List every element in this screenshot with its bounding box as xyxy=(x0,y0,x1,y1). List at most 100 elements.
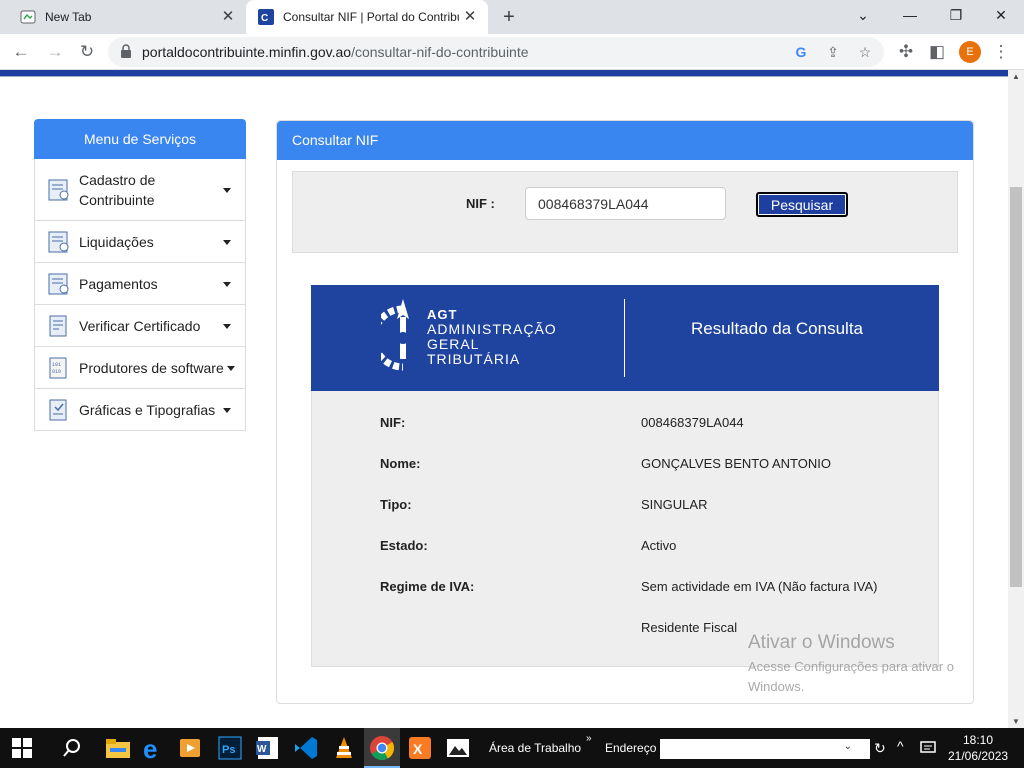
field-label-nome: Nome: xyxy=(380,456,421,471)
share-icon[interactable]: ⇪ xyxy=(824,43,842,61)
caret-down-icon xyxy=(223,239,231,245)
agt-abbr: AGT xyxy=(427,307,458,322)
tab-consultar-nif[interactable]: C Consultar NIF | Portal do Contribuinte… xyxy=(246,0,488,34)
address-bar[interactable]: portaldocontribuinte.minfin.gov.ao/consu… xyxy=(108,37,884,67)
sidebar-item-label: Liquidações xyxy=(79,233,154,250)
new-tab-button[interactable]: + xyxy=(498,6,520,28)
caret-down-icon xyxy=(227,365,235,371)
nif-search-form: NIF : Pesquisar xyxy=(292,171,958,253)
browser-toolbar: ← → ↻ portaldocontribuinte.minfin.gov.ao… xyxy=(0,34,1024,70)
scroll-up-icon[interactable]: ▲ xyxy=(1012,72,1020,81)
clock-time: 18:10 xyxy=(962,733,994,747)
field-value-nif: 008468379LA044 xyxy=(641,415,744,430)
sidebar-item-cadastro[interactable]: Cadastro de Contribuinte xyxy=(34,159,246,221)
result-details: NIF: 008468379LA044 Nome: GONÇALVES BENT… xyxy=(311,391,939,667)
go-refresh-icon[interactable]: ↻ xyxy=(874,740,886,757)
print-shop-icon xyxy=(49,399,67,420)
field-label-tipo: Tipo: xyxy=(380,497,412,512)
close-tab-icon[interactable]: ✕ xyxy=(462,9,478,25)
url-text: portaldocontribuinte.minfin.gov.ao/consu… xyxy=(142,44,529,60)
forward-arrow-icon[interactable]: → xyxy=(44,41,66,63)
sidebar-item-produtores-software[interactable]: 101 010 Produtores de software xyxy=(34,347,246,389)
windows-activation-watermark: Ativar o Windows Acesse Configurações pa… xyxy=(748,632,954,697)
minimize-icon[interactable]: — xyxy=(895,4,925,28)
close-window-icon[interactable]: ✕ xyxy=(986,4,1016,28)
extensions-puzzle-icon[interactable]: ✣ xyxy=(895,41,917,63)
field-value-estado: Activo xyxy=(641,538,677,553)
services-menu: Menu de Serviços Cadastro de Contribuint… xyxy=(34,119,246,431)
field-value-nome: GONÇALVES BENTO ANTONIO xyxy=(641,456,831,471)
header-divider xyxy=(624,299,625,377)
caret-down-icon xyxy=(223,323,231,329)
svg-text:W: W xyxy=(257,744,267,755)
bookmark-star-icon[interactable]: ☆ xyxy=(856,43,874,61)
edge-legacy-icon[interactable]: e xyxy=(140,734,168,762)
menu-kebab-icon[interactable]: ⋮ xyxy=(990,41,1012,63)
field-label-estado: Estado: xyxy=(380,538,428,553)
sidebar-item-label: Pagamentos xyxy=(79,275,158,292)
sidebar-item-graficas-tipografias[interactable]: Gráficas e Tipografias xyxy=(34,389,246,431)
url-host: portaldocontribuinte.minfin.gov.ao xyxy=(142,44,352,60)
scrollbar-thumb[interactable] xyxy=(1010,187,1022,587)
page-scrollbar[interactable]: ▲ ▼ xyxy=(1008,70,1024,728)
close-tab-icon[interactable]: ✕ xyxy=(220,9,236,25)
register-form-icon xyxy=(48,179,69,200)
agt-line1: ADMINISTRAÇÃO xyxy=(427,321,557,337)
vlc-icon[interactable] xyxy=(330,734,358,762)
file-explorer-icon[interactable] xyxy=(104,734,132,762)
sidebar-item-verificar-certificado[interactable]: Verificar Certificado xyxy=(34,305,246,347)
word-icon[interactable]: W xyxy=(254,734,282,762)
site-header-strip xyxy=(0,70,1008,77)
google-translate-icon[interactable]: G xyxy=(792,43,810,61)
sidebar-item-label: Gráficas e Tipografias xyxy=(79,401,216,418)
photos-icon[interactable] xyxy=(444,734,472,762)
windows-start-icon[interactable] xyxy=(12,738,32,758)
photoshop-icon[interactable]: Ps xyxy=(216,734,244,762)
portal-favicon: C xyxy=(258,9,274,25)
lock-icon[interactable] xyxy=(120,44,132,58)
reload-icon[interactable]: ↻ xyxy=(76,41,98,63)
search-icon[interactable] xyxy=(62,738,82,758)
tab-label: New Tab xyxy=(45,10,92,24)
desktop-toolbar-label[interactable]: Área de Trabalho xyxy=(489,741,581,755)
sidebar-item-liquidacoes[interactable]: Liquidações xyxy=(34,221,246,263)
panel-title: Consultar NIF xyxy=(277,121,973,160)
tab-search-icon[interactable]: ⌄ xyxy=(848,4,878,28)
field-label-nif: NIF: xyxy=(380,415,406,430)
svg-text:Ps: Ps xyxy=(222,744,235,756)
address-toolbar-label: Endereço xyxy=(605,741,657,755)
sidebar-item-pagamentos[interactable]: Pagamentos xyxy=(34,263,246,305)
restore-icon[interactable]: ❐ xyxy=(941,4,971,28)
watermark-line2: Acesse Configurações para ativar o xyxy=(748,659,954,674)
tray-expand-icon[interactable]: ^ xyxy=(897,738,904,754)
result-title: Resultado da Consulta xyxy=(691,319,864,338)
system-clock[interactable]: 18:10 21/06/2023 xyxy=(948,732,1008,764)
xampp-icon[interactable]: X xyxy=(406,734,434,762)
svg-text:101: 101 xyxy=(52,362,61,368)
watermark-title: Ativar o Windows xyxy=(748,632,895,653)
nif-input[interactable] xyxy=(525,187,726,220)
profile-avatar[interactable]: E xyxy=(959,41,981,63)
field-value-residencia: Residente Fiscal xyxy=(641,620,738,635)
scroll-down-icon[interactable]: ▼ xyxy=(1012,717,1020,726)
new-tab-icon xyxy=(20,10,36,24)
chrome-icon xyxy=(370,736,395,761)
agt-line3: TRIBUTÁRIA xyxy=(427,351,521,367)
field-value-regime-iva: Sem actividade em IVA (Não factura IVA) xyxy=(641,579,878,594)
address-toolbar-input[interactable]: ⌄ xyxy=(660,739,870,759)
back-arrow-icon[interactable]: ← xyxy=(10,41,32,63)
search-button[interactable]: Pesquisar xyxy=(756,192,848,217)
notification-icon[interactable] xyxy=(920,740,936,756)
tab-new-tab[interactable]: New Tab ✕ xyxy=(8,0,246,34)
software-icon: 101010 xyxy=(49,357,67,378)
vscode-icon[interactable] xyxy=(292,734,320,762)
media-player-icon[interactable] xyxy=(176,734,204,762)
chevron-down-icon[interactable]: ⌄ xyxy=(844,741,852,752)
url-path: /consultar-nif-do-contribuinte xyxy=(351,44,529,60)
taskbar-active-chrome[interactable] xyxy=(364,728,400,768)
toolbar-expand-icon[interactable]: » xyxy=(586,733,592,744)
sidebar-item-label: Produtores de software xyxy=(79,359,224,376)
side-panel-icon[interactable]: ◧ xyxy=(926,41,948,63)
windows-taskbar: e Ps W X Área de Trabalho » Endereço ⌄ ↻… xyxy=(0,728,1024,768)
svg-text:C: C xyxy=(261,13,268,24)
